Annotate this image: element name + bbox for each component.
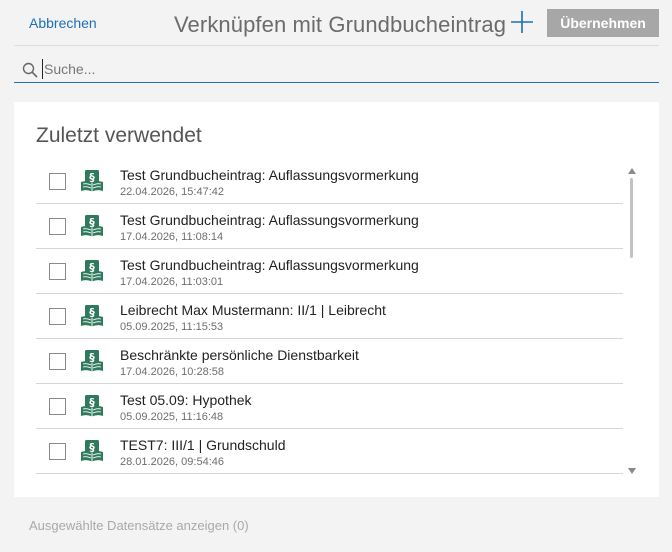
- land-register-book-icon: §: [80, 439, 104, 463]
- item-timestamp: 28.01.2026, 09:54:46: [120, 456, 224, 468]
- plus-icon[interactable]: [510, 10, 534, 34]
- item-timestamp: 17.04.2026, 11:08:14: [120, 231, 224, 243]
- dialog-title: Verknüpfen mit Grundbucheintrag: [174, 12, 507, 37]
- search-bar: [14, 56, 659, 83]
- list-item[interactable]: § Beschränkte persönliche Dienstbarkeit 17…: [36, 339, 623, 384]
- item-checkbox[interactable]: [49, 263, 66, 280]
- item-name: Test Grundbucheintrag: Auflassungsvormer…: [120, 167, 419, 183]
- header-divider: [14, 45, 659, 46]
- scrollbar-thumb[interactable]: [630, 178, 633, 258]
- list-item[interactable]: § Leibrecht Max Mustermann: II/1 | Leibre…: [36, 294, 623, 339]
- list-item[interactable]: § Test Grundbucheintrag: Auflassungsvorme…: [36, 249, 623, 294]
- item-timestamp: 05.09.2025, 11:15:53: [120, 321, 224, 333]
- recent-list: § Test Grundbucheintrag: Auflassungsvorme…: [36, 159, 623, 474]
- show-selected-link[interactable]: Ausgewählte Datensätze anzeigen (0): [29, 518, 249, 533]
- search-input[interactable]: [42, 59, 642, 79]
- item-name: TEST7: III/1 | Grundschuld: [120, 437, 286, 453]
- item-timestamp: 22.04.2026, 15:47:42: [120, 186, 224, 198]
- list-item[interactable]: § Test 05.09: Hypothek 05.09.2025, 11:16:4…: [36, 384, 623, 429]
- item-name: Test Grundbucheintrag: Auflassungsvormer…: [120, 212, 419, 228]
- apply-button[interactable]: Übernehmen: [547, 9, 659, 37]
- scroll-up-arrow-icon[interactable]: [627, 162, 637, 174]
- item-name: Leibrecht Max Mustermann: II/1 | Leibrec…: [120, 302, 386, 318]
- cancel-button[interactable]: Abbrechen: [29, 15, 97, 31]
- item-name: Test Grundbucheintrag: Auflassungsvormer…: [120, 257, 419, 273]
- land-register-book-icon: §: [80, 214, 104, 238]
- item-checkbox[interactable]: [49, 443, 66, 460]
- land-register-book-icon: §: [80, 394, 104, 418]
- land-register-book-icon: §: [80, 259, 104, 283]
- recent-panel: Zuletzt verwendet § Test Grundbucheintrag…: [14, 102, 659, 497]
- land-register-book-icon: §: [80, 349, 104, 373]
- item-checkbox[interactable]: [49, 353, 66, 370]
- item-timestamp: 05.09.2025, 11:16:48: [120, 411, 224, 423]
- search-icon: [22, 62, 38, 78]
- list-item[interactable]: § TEST7: III/1 | Grundschuld 28.01.2026, 0…: [36, 429, 623, 474]
- scroll-down-arrow-icon[interactable]: [627, 462, 637, 474]
- land-register-book-icon: §: [80, 169, 104, 193]
- list-item[interactable]: § Test Grundbucheintrag: Auflassungsvorme…: [36, 204, 623, 249]
- scrollbar[interactable]: [626, 162, 638, 474]
- item-name: Test 05.09: Hypothek: [120, 392, 252, 408]
- item-checkbox[interactable]: [49, 173, 66, 190]
- land-register-book-icon: §: [80, 304, 104, 328]
- dialog-header: Abbrechen Verknüpfen mit Grundbucheintra…: [0, 0, 672, 46]
- item-name: Beschränkte persönliche Dienstbarkeit: [120, 347, 359, 363]
- recent-title: Zuletzt verwendet: [36, 124, 202, 147]
- item-checkbox[interactable]: [49, 398, 66, 415]
- list-item[interactable]: § Test Grundbucheintrag: Auflassungsvorme…: [36, 159, 623, 204]
- item-checkbox[interactable]: [49, 218, 66, 235]
- item-checkbox[interactable]: [49, 308, 66, 325]
- item-timestamp: 17.04.2026, 10:28:58: [120, 366, 224, 378]
- item-timestamp: 17.04.2026, 11:03:01: [120, 276, 224, 288]
